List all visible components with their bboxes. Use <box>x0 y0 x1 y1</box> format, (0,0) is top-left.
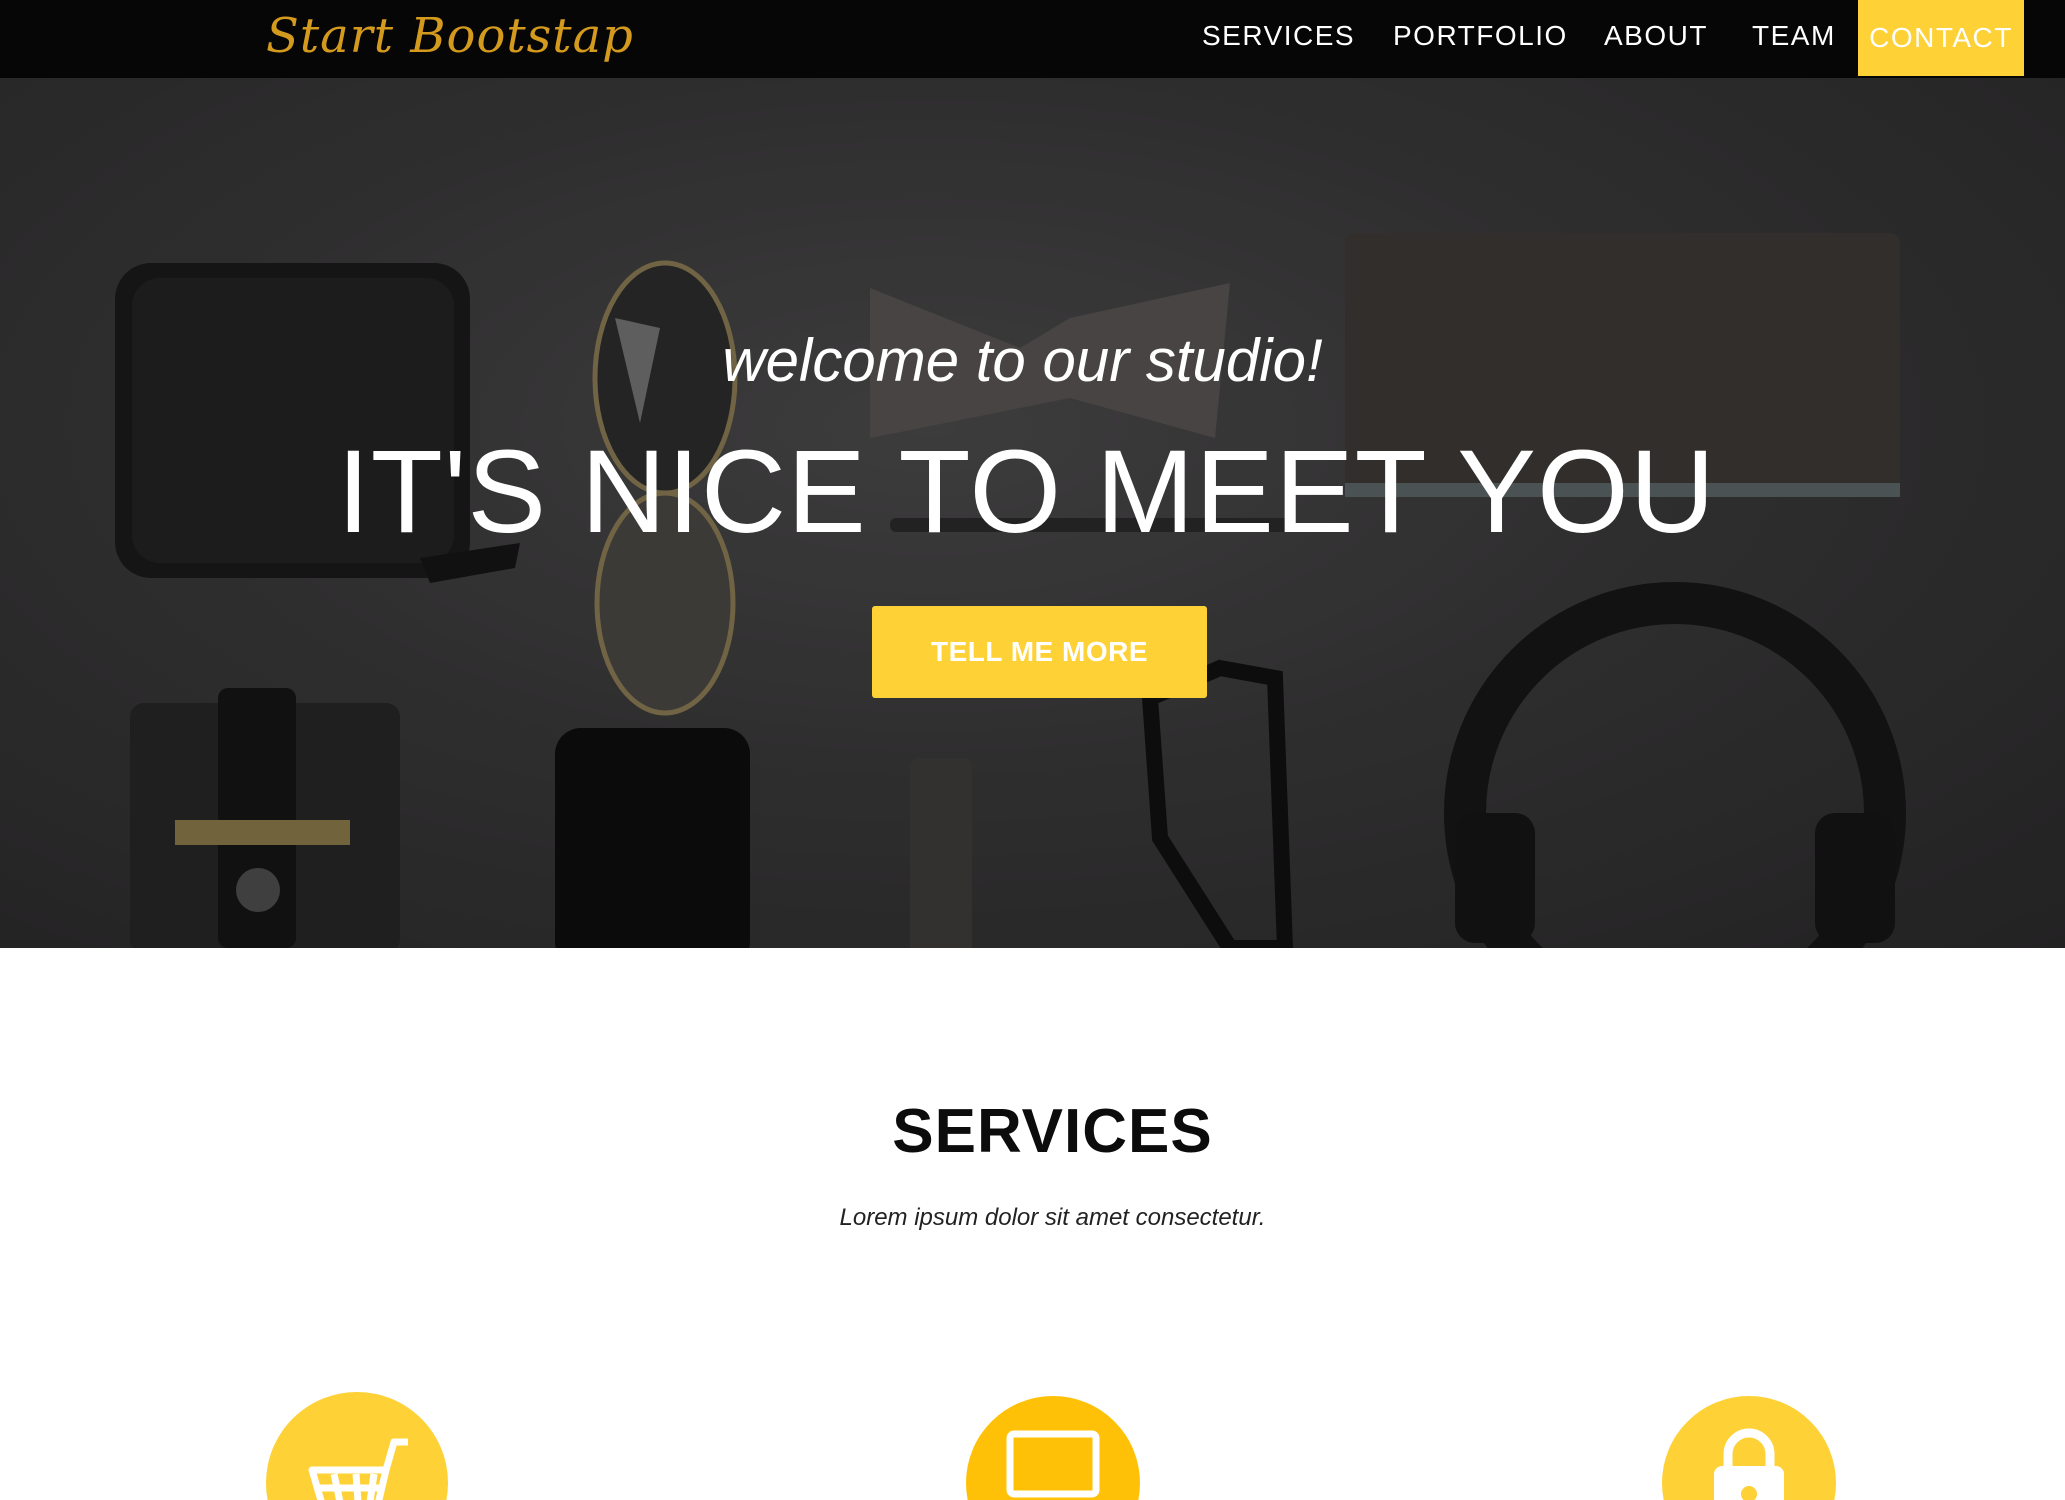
laptop-icon <box>1006 1430 1100 1498</box>
lock-icon <box>1714 1428 1784 1500</box>
nav-item-portfolio[interactable]: PORTFOLIO <box>1393 20 1568 52</box>
navbar: Start Bootstap SERVICES PORTFOLIO ABOUT … <box>0 0 2065 78</box>
services-subtitle: Lorem ipsum dolor sit amet consectetur. <box>839 1204 1266 1231</box>
nav-item-team[interactable]: TEAM <box>1752 20 1836 52</box>
service-item-security <box>1662 1396 1836 1500</box>
shopping-cart-icon <box>308 1438 408 1500</box>
hero-section: welcome to our studio! IT'S NICE TO MEET… <box>0 78 2065 948</box>
nav-item-services[interactable]: SERVICES <box>1202 20 1355 52</box>
service-item-shopping <box>266 1392 448 1500</box>
brand-logo[interactable]: Start Bootstap <box>266 8 634 64</box>
nav-item-contact[interactable]: CONTACT <box>1858 0 2024 76</box>
tell-me-more-button[interactable]: TELL ME MORE <box>872 606 1207 698</box>
hero-heading: IT'S NICE TO MEET YOU <box>337 426 1716 558</box>
nav-item-about[interactable]: ABOUT <box>1604 20 1708 52</box>
hero-subheading: welcome to our studio! <box>722 327 1323 394</box>
service-item-laptop <box>966 1396 1140 1500</box>
services-title: SERVICES <box>892 1097 1213 1166</box>
